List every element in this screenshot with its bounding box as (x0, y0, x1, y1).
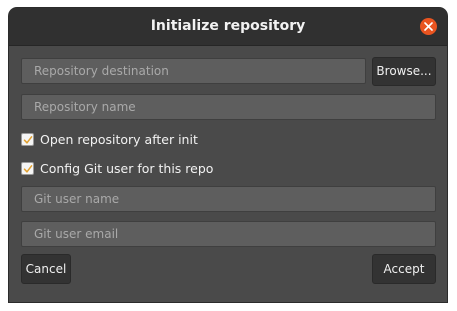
open-after-init-option[interactable]: Open repository after init (21, 130, 198, 148)
titlebar: Initialize repository (9, 8, 447, 46)
repository-destination-placeholder: Repository destination (34, 64, 169, 78)
git-user-email-input[interactable]: Git user email (21, 221, 436, 247)
cancel-button[interactable]: Cancel (21, 254, 71, 284)
config-git-user-option[interactable]: Config Git user for this repo (21, 159, 213, 177)
accept-button[interactable]: Accept (372, 254, 436, 284)
dialog-title: Initialize repository (150, 18, 306, 34)
config-git-user-checkbox[interactable] (21, 161, 34, 175)
close-icon (424, 22, 433, 31)
git-user-name-input[interactable]: Git user name (21, 186, 436, 212)
repository-destination-input[interactable]: Repository destination (21, 58, 366, 84)
repository-name-placeholder: Repository name (34, 100, 136, 114)
repository-name-input[interactable]: Repository name (21, 94, 436, 120)
open-after-init-checkbox[interactable] (21, 132, 34, 146)
git-user-name-placeholder: Git user name (34, 192, 120, 206)
close-button[interactable] (420, 18, 437, 35)
config-git-user-label: Config Git user for this repo (40, 160, 214, 176)
init-repository-dialog: Initialize repository Repository destina… (9, 8, 447, 302)
checkmark-icon (23, 164, 33, 173)
git-user-email-placeholder: Git user email (34, 227, 119, 241)
open-after-init-label: Open repository after init (40, 131, 198, 147)
checkmark-icon (23, 135, 33, 144)
browse-button[interactable]: Browse... (372, 57, 436, 86)
